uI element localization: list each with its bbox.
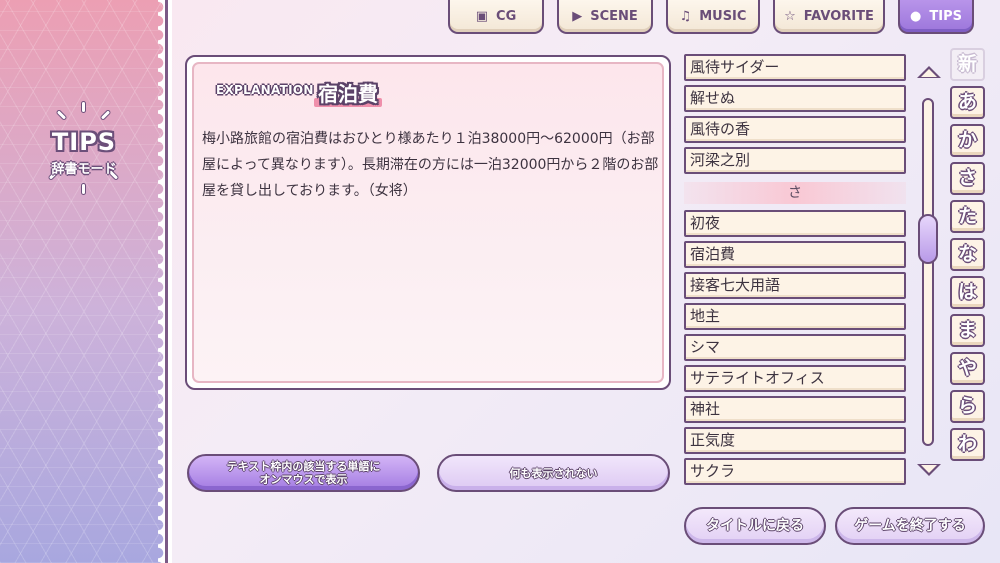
logo-subtitle: 辞書モード [51, 162, 117, 177]
list-item[interactable]: シマ [684, 334, 906, 361]
list-item[interactable]: 接客七大用語 [684, 272, 906, 299]
tab-label: CG [496, 8, 517, 24]
scrollbar-track[interactable] [922, 98, 934, 446]
explanation-label: EXPLANATION [216, 83, 314, 97]
tab-label: MUSIC [699, 8, 747, 24]
lightbulb-icon: ● [910, 8, 922, 24]
tab-favorite[interactable]: ☆ FAVORITE [773, 0, 885, 34]
quit-game-button[interactable]: ゲームを終了する [835, 507, 985, 545]
tab-tips[interactable]: ● TIPS [898, 0, 974, 34]
list-item[interactable]: サクラ [684, 458, 906, 485]
strip-divider [165, 0, 168, 563]
list-item[interactable]: 解せぬ [684, 85, 906, 112]
tab-label: SCENE [590, 8, 638, 24]
kana-index-new: 新 [950, 48, 985, 81]
list-item[interactable]: サテライトオフィス [684, 365, 906, 392]
kana-index-ka[interactable]: か [950, 124, 985, 157]
play-icon: ▶ [572, 8, 583, 24]
list-item[interactable]: 正気度 [684, 427, 906, 454]
tab-music[interactable]: ♫ MUSIC [666, 0, 760, 34]
button-label: 何も表示されない [509, 466, 598, 480]
music-note-icon: ♫ [679, 8, 692, 24]
list-item[interactable]: 風待サイダー [684, 54, 906, 81]
kana-index-ra[interactable]: ら [950, 390, 985, 423]
list-item[interactable]: 初夜 [684, 210, 906, 237]
no-display-mode-button[interactable]: 何も表示されない [437, 454, 670, 492]
button-label: タイトルに戻る [706, 517, 804, 534]
star-icon: ☆ [784, 8, 796, 24]
list-section-header: さ [684, 182, 906, 204]
list-item[interactable]: 風待の香 [684, 116, 906, 143]
tab-label: FAVORITE [803, 8, 874, 24]
scroll-up-arrow-icon[interactable] [917, 66, 941, 78]
kana-index-wa[interactable]: わ [950, 428, 985, 461]
gallery-tabs: ▣ CG ▶ SCENE ♫ MUSIC ☆ FAVORITE ● TIPS [448, 0, 974, 34]
kana-index-ta[interactable]: た [950, 200, 985, 233]
logo-title: TIPS [51, 128, 117, 156]
explanation-panel-inner: EXPLANATION 宿泊費 梅小路旅館の宿泊費はおひとり様あたり１泊3800… [192, 62, 664, 383]
button-label: テキスト枠内の該当する単語に オンマウスで表示 [226, 460, 381, 486]
button-label: ゲームを終了する [854, 517, 966, 534]
kana-index-ha[interactable]: は [950, 276, 985, 309]
tab-label: TIPS [929, 8, 962, 24]
kana-index-ya[interactable]: や [950, 352, 985, 385]
scrollbar-thumb[interactable] [918, 214, 938, 264]
list-item[interactable]: 神社 [684, 396, 906, 423]
kana-index-ma[interactable]: ま [950, 314, 985, 347]
kana-index-sa[interactable]: さ [950, 162, 985, 195]
explanation-body: 梅小路旅館の宿泊費はおひとり様あたり１泊38000円～62000円（お部屋によっ… [202, 131, 659, 199]
left-decorative-strip [0, 0, 168, 563]
tips-mode-logo: TIPS 辞書モード [44, 100, 124, 200]
scroll-down-arrow-icon[interactable] [917, 464, 941, 476]
return-to-title-button[interactable]: タイトルに戻る [684, 507, 826, 545]
list-item[interactable]: 河梁之別 [684, 147, 906, 174]
explanation-title: 宿泊費 [314, 78, 382, 107]
explanation-panel: EXPLANATION 宿泊費 梅小路旅館の宿泊費はおひとり様あたり１泊3800… [185, 55, 671, 390]
list-item[interactable]: 地主 [684, 303, 906, 330]
tab-scene[interactable]: ▶ SCENE [557, 0, 653, 34]
kana-index-na[interactable]: な [950, 238, 985, 271]
image-icon: ▣ [475, 8, 489, 24]
kana-index-a[interactable]: あ [950, 86, 985, 119]
list-item-selected[interactable]: 宿泊費 [684, 241, 906, 268]
hover-display-mode-button[interactable]: テキスト枠内の該当する単語に オンマウスで表示 [187, 454, 420, 492]
tab-cg[interactable]: ▣ CG [448, 0, 544, 34]
